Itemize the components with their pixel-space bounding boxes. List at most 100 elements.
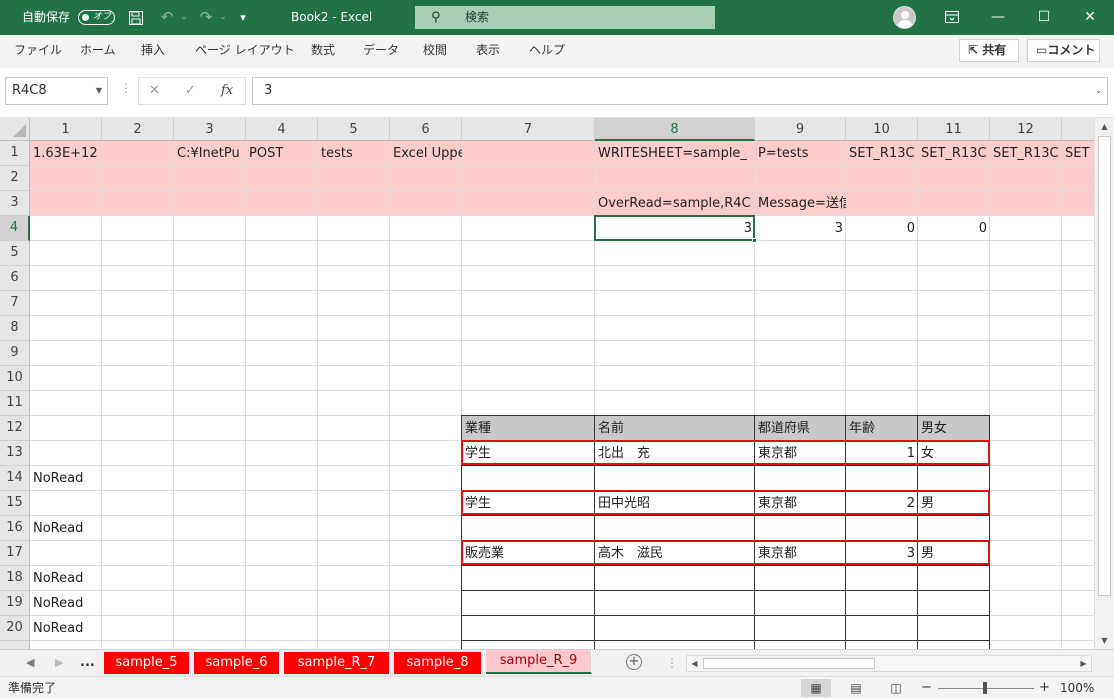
table-cell[interactable]: 東京都	[755, 541, 846, 566]
row-header-17[interactable]: 17	[0, 541, 30, 566]
row-header-8[interactable]: 8	[0, 316, 30, 341]
scroll-up-icon[interactable]: ▲	[1095, 118, 1114, 135]
account-icon[interactable]	[893, 6, 916, 29]
page-break-preview-icon[interactable]: ◫	[881, 679, 911, 697]
select-all-button[interactable]	[0, 118, 30, 141]
cell-r1c6[interactable]: Excel Upper2	[390, 141, 462, 166]
tab-page-layout[interactable]: ページ レイアウト	[195, 35, 295, 65]
row-header-12[interactable]: 12	[0, 416, 30, 441]
table-cell[interactable]: 1	[846, 441, 918, 466]
maximize-icon[interactable]: ☐	[1021, 0, 1067, 35]
tab-split-handle[interactable]: ⋮	[666, 650, 678, 676]
row-header-6[interactable]: 6	[0, 266, 30, 291]
cell-r1c4[interactable]: POST	[246, 141, 318, 166]
cell-r1c3[interactable]: C:¥InetPu	[174, 141, 246, 166]
cell-r20c1[interactable]: NoRead	[30, 616, 102, 641]
cell-r3c8[interactable]: OverRead=sample,R4C	[595, 191, 755, 216]
row-header-18[interactable]: 18	[0, 566, 30, 591]
fill-handle[interactable]	[752, 238, 757, 243]
table-header-cell[interactable]: 名前	[595, 416, 755, 441]
row-header-partial[interactable]	[0, 641, 30, 649]
tab-file[interactable]: ファイル	[14, 35, 62, 65]
tab-data[interactable]: データ	[363, 35, 399, 65]
row-header-13[interactable]: 13	[0, 441, 30, 466]
column-header-12[interactable]: 12	[990, 118, 1062, 141]
table-cell[interactable]: 女	[918, 441, 990, 466]
comment-button[interactable]: ▭コメント	[1027, 39, 1100, 62]
horizontal-scrollbar[interactable]: ◀ ▶	[686, 655, 1092, 672]
normal-view-icon[interactable]: ▦	[801, 679, 831, 697]
column-header-8[interactable]: 8	[595, 118, 755, 141]
zoom-in-button[interactable]: +	[1039, 677, 1050, 699]
tab-help[interactable]: ヘルプ	[529, 35, 565, 65]
tab-home[interactable]: ホーム	[80, 35, 116, 65]
minimize-icon[interactable]: —	[975, 0, 1021, 35]
row-header-9[interactable]: 9	[0, 341, 30, 366]
sheet-tab[interactable]: sample_R_7	[284, 652, 390, 674]
row-header-4[interactable]: 4	[0, 216, 30, 241]
cell-r4c10[interactable]: 0	[846, 216, 918, 241]
scroll-right-icon[interactable]: ▶	[1076, 656, 1091, 671]
column-header-6[interactable]: 6	[390, 118, 462, 141]
sheet-tab-active[interactable]: sample_R_9	[486, 650, 592, 674]
redo-dropdown-icon[interactable]: ⌄	[217, 0, 229, 35]
column-header-7[interactable]: 7	[462, 118, 595, 141]
autosave-toggle[interactable]: オフ	[78, 10, 115, 25]
cell-r1c8[interactable]: WRITESHEET=sample_	[595, 141, 755, 166]
column-header-11[interactable]: 11	[918, 118, 990, 141]
row-header-3[interactable]: 3	[0, 191, 30, 216]
cell-r1c9[interactable]: P=tests	[755, 141, 846, 166]
table-header-cell[interactable]: 男女	[918, 416, 990, 441]
undo-icon[interactable]: ↶	[156, 0, 178, 35]
row-header-10[interactable]: 10	[0, 366, 30, 391]
cell-r1c13[interactable]: SET	[1062, 141, 1094, 166]
cell-r18c1[interactable]: NoRead	[30, 566, 102, 591]
column-header-4[interactable]: 4	[246, 118, 318, 141]
cell-r4c11[interactable]: 0	[918, 216, 990, 241]
zoom-out-button[interactable]: −	[921, 677, 932, 699]
row-header-20[interactable]: 20	[0, 616, 30, 641]
redo-icon[interactable]: ↷	[195, 0, 217, 35]
sheet-tab[interactable]: sample_5	[104, 652, 190, 674]
more-sheets-button[interactable]: ...	[80, 650, 95, 676]
column-header-partial[interactable]	[1062, 118, 1094, 141]
column-header-1[interactable]: 1	[30, 118, 102, 141]
search-box[interactable]: ⚲ 検索	[415, 6, 715, 29]
row-header-14[interactable]: 14	[0, 466, 30, 491]
scroll-left-icon[interactable]: ◀	[687, 656, 702, 671]
horizontal-scroll-thumb[interactable]	[703, 658, 875, 669]
cell-r1c10[interactable]: SET_R13C	[846, 141, 918, 166]
save-icon[interactable]	[126, 0, 146, 35]
cell-r14c1[interactable]: NoRead	[30, 466, 102, 491]
close-icon[interactable]: ✕	[1067, 0, 1113, 35]
vertical-scrollbar[interactable]: ▲ ▼	[1094, 118, 1114, 649]
customize-qat-icon[interactable]: ▾	[236, 0, 250, 35]
table-cell[interactable]: 東京都	[755, 491, 846, 516]
cell-r1c11[interactable]: SET_R13C	[918, 141, 990, 166]
table-header-cell[interactable]: 年齢	[846, 416, 918, 441]
table-cell[interactable]: 男	[918, 491, 990, 516]
cell-r1c12[interactable]: SET_R13C	[990, 141, 1062, 166]
row-header-5[interactable]: 5	[0, 241, 30, 266]
column-header-10[interactable]: 10	[846, 118, 918, 141]
table-cell[interactable]: 2	[846, 491, 918, 516]
share-button[interactable]: ⇱ 共有	[959, 39, 1019, 62]
table-cell[interactable]: 学生	[462, 491, 595, 516]
table-cell[interactable]: 学生	[462, 441, 595, 466]
worksheet-grid[interactable]: 1 2 3 4 5 6 7 8 9 10 11 12 1 2 3 4 5 6 7 8 9 10 11 12 13 14 15 16 17…	[0, 118, 1094, 649]
vertical-scroll-thumb[interactable]	[1098, 136, 1111, 596]
row-header-19[interactable]: 19	[0, 591, 30, 616]
tab-insert[interactable]: 挿入	[141, 35, 165, 65]
formula-input[interactable]: 3 ⌄	[252, 77, 1108, 105]
cell-r1c5[interactable]: tests	[318, 141, 390, 166]
cell-r1c1[interactable]: 1.63E+12	[30, 141, 102, 166]
table-cell[interactable]: 田中光昭	[595, 491, 755, 516]
column-header-2[interactable]: 2	[102, 118, 174, 141]
table-cell[interactable]: 北出 充	[595, 441, 755, 466]
cell-r16c1[interactable]: NoRead	[30, 516, 102, 541]
table-header-cell[interactable]: 都道府県	[755, 416, 846, 441]
expand-formula-bar-icon[interactable]: ⌄	[1095, 78, 1102, 104]
sheet-tab[interactable]: sample_8	[394, 652, 482, 674]
cell-r3c9[interactable]: Message=送信OK	[755, 191, 846, 216]
name-box[interactable]: R4C8 ▼	[5, 77, 108, 105]
